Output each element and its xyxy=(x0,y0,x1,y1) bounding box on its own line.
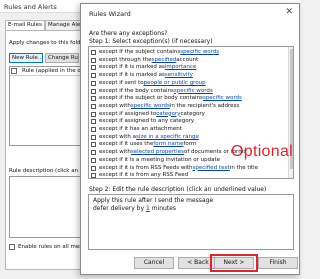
exception-link[interactable]: specified xyxy=(152,57,177,64)
cancel-button[interactable]: Cancel xyxy=(134,257,174,269)
exception-text: except if the body contains xyxy=(99,87,174,94)
exception-checkbox[interactable] xyxy=(91,103,96,109)
exception-text: except with xyxy=(99,102,131,109)
finish-button[interactable]: Finish xyxy=(258,257,298,269)
exception-condition[interactable]: except if assigned to any category xyxy=(91,118,194,125)
exception-checkbox[interactable] xyxy=(91,80,96,86)
exception-checkbox[interactable] xyxy=(91,111,96,117)
exception-text: except through the xyxy=(99,56,152,63)
enable-rules-label: Enable rules on all messa xyxy=(18,244,89,250)
exception-checkbox[interactable] xyxy=(91,96,96,102)
exception-text-suffix: in the title xyxy=(229,164,259,171)
rules-wizard-dialog: Rules Wizard ✕ Are there any exceptions?… xyxy=(80,3,300,275)
exception-checkbox[interactable] xyxy=(91,57,96,63)
rules-wizard-title: Rules Wizard xyxy=(89,10,131,18)
exception-condition[interactable]: except with specific words in the recipi… xyxy=(91,103,239,110)
exception-text: except if it is a meeting invitation or … xyxy=(99,156,221,163)
exception-text-suffix: account xyxy=(176,56,199,63)
optional-annotation: Optional xyxy=(231,143,293,160)
tab-email-rules[interactable]: E-mail Rules xyxy=(5,20,45,30)
exception-link[interactable]: specific words xyxy=(203,95,242,102)
exception-link[interactable]: category xyxy=(156,111,180,118)
exception-checkbox[interactable] xyxy=(91,142,96,148)
exception-link[interactable]: specific words xyxy=(131,103,170,110)
exception-link[interactable]: specific words xyxy=(180,49,219,56)
exception-link[interactable]: selected properties xyxy=(131,149,184,156)
change-rule-button[interactable]: Change Rule xyxy=(45,53,79,63)
exception-text: except if it uses the xyxy=(99,141,154,148)
exception-checkbox[interactable] xyxy=(91,65,96,71)
exception-checkbox[interactable] xyxy=(91,150,96,156)
exception-link[interactable]: specific words xyxy=(174,88,213,95)
exception-checkbox[interactable] xyxy=(91,134,96,140)
enable-rules-checkbox[interactable] xyxy=(9,244,15,250)
exception-checkbox[interactable] xyxy=(91,119,96,125)
enable-rules-option[interactable]: Enable rules on all messa xyxy=(9,244,88,250)
exception-link[interactable]: specified text xyxy=(193,165,230,172)
rule-description-text: Apply this rule after I send the message xyxy=(93,197,214,204)
exception-text: except if the subject contains xyxy=(99,49,181,55)
exception-text: except with xyxy=(99,149,131,156)
step1-label: Step 1: Select exception(s) (if necessar… xyxy=(89,38,213,45)
exception-condition[interactable]: except if the subject contains specific … xyxy=(91,49,219,56)
exceptions-question: Are there any exceptions? xyxy=(89,30,168,37)
exception-text: except if sent to xyxy=(99,79,144,86)
exception-condition[interactable]: except with selected properties of docum… xyxy=(91,149,246,156)
exception-text: except if it is from RSS Feeds with xyxy=(99,164,193,171)
exception-checkbox[interactable] xyxy=(91,88,96,94)
rules-and-alerts-title: Rules and Alerts xyxy=(4,3,57,11)
rules-list-header-checkbox[interactable] xyxy=(11,68,17,74)
exception-condition[interactable]: except if it is from RSS Feeds with spec… xyxy=(91,165,258,172)
exception-text: except if assigned to xyxy=(99,110,157,117)
exception-condition[interactable]: except with a size in a specific range xyxy=(91,134,199,141)
exception-condition[interactable]: except if assigned to category category xyxy=(91,111,205,118)
exception-condition[interactable]: except through the specified account xyxy=(91,57,198,64)
close-icon[interactable]: ✕ xyxy=(285,7,293,17)
rule-description-line: defer delivery by 1 minutes xyxy=(93,205,176,212)
exception-condition[interactable]: except if it is marked as sensitivity xyxy=(91,72,193,79)
exception-condition[interactable]: except if it is marked as importance xyxy=(91,64,196,71)
exception-condition[interactable]: except if sent to people or public group xyxy=(91,80,206,87)
rule-description-line: Apply this rule after I send the message xyxy=(93,197,213,204)
rule-description-text: defer delivery by xyxy=(93,205,146,212)
exception-text: except with a xyxy=(99,133,137,140)
exception-checkbox[interactable] xyxy=(91,173,96,178)
exception-text: except if it is marked as xyxy=(99,72,165,79)
exception-condition[interactable]: except if it is from any RSS Feed xyxy=(91,172,189,179)
exception-condition[interactable]: except if it uses the form name form xyxy=(91,141,196,148)
rule-description-suffix: minutes xyxy=(149,205,176,212)
exception-text: except if it is from any RSS Feed xyxy=(99,172,189,179)
rules-wizard-titlebar: Rules Wizard ✕ xyxy=(81,4,299,22)
exception-checkbox[interactable] xyxy=(91,157,96,163)
exception-link[interactable]: people or public group xyxy=(144,80,206,87)
exception-checkbox[interactable] xyxy=(91,127,96,132)
exception-checkbox[interactable] xyxy=(91,165,96,171)
exception-link[interactable]: importance xyxy=(165,64,196,71)
exception-link[interactable]: sensitivity xyxy=(165,72,193,79)
exception-link[interactable]: size in a specific range xyxy=(136,134,199,141)
exception-condition[interactable]: except if the body contains specific wor… xyxy=(91,88,213,95)
exception-text-suffix: form xyxy=(183,141,197,148)
exception-text: except if assigned to any category xyxy=(99,118,195,125)
exception-link[interactable]: form name xyxy=(153,141,183,148)
exception-condition[interactable]: except if it is a meeting invitation or … xyxy=(91,157,220,164)
next-button-highlight xyxy=(210,254,258,272)
exception-text: except if the subject or body contains xyxy=(99,95,203,102)
exception-text-suffix: category xyxy=(180,110,205,117)
exception-text-suffix: in the recipient's address xyxy=(169,102,240,109)
exception-checkbox[interactable] xyxy=(91,73,96,79)
exception-condition[interactable]: except if the subject or body contains s… xyxy=(91,95,242,102)
step2-label: Step 2: Edit the rule description (click… xyxy=(89,186,267,193)
new-rule-button[interactable]: New Rule... xyxy=(9,53,43,63)
exception-condition[interactable]: except if it has an attachment xyxy=(91,126,182,133)
exception-text: except if it has an attachment xyxy=(99,126,182,132)
exception-checkbox[interactable] xyxy=(91,50,96,55)
apply-changes-label: Apply changes to this folder: xyxy=(9,40,88,46)
exception-text: except if it is marked as xyxy=(99,64,165,71)
rule-description-editor: Apply this rule after I send the message… xyxy=(88,194,294,250)
tab-manage-alerts[interactable]: Manage Alerts xyxy=(45,20,83,30)
